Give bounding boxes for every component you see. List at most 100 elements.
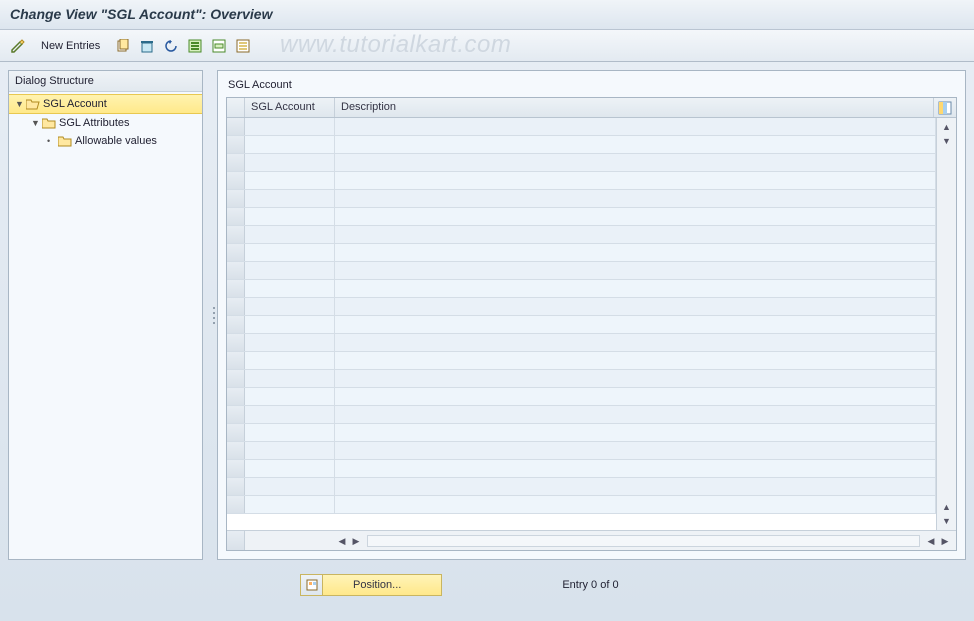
scroll-down-icon[interactable]: ▼	[937, 134, 956, 148]
row-selector[interactable]	[227, 190, 245, 207]
table-row[interactable]	[227, 352, 936, 370]
cell-description[interactable]	[335, 460, 936, 477]
cell-sgl-account[interactable]	[245, 172, 335, 189]
table-row[interactable]	[227, 208, 936, 226]
row-selector[interactable]	[227, 352, 245, 369]
cell-sgl-account[interactable]	[245, 424, 335, 441]
table-row[interactable]	[227, 154, 936, 172]
cell-sgl-account[interactable]	[245, 370, 335, 387]
cell-description[interactable]	[335, 334, 936, 351]
undo-icon[interactable]	[160, 35, 182, 57]
row-selector[interactable]	[227, 262, 245, 279]
new-entries-button[interactable]: New Entries	[33, 37, 108, 55]
cell-sgl-account[interactable]	[245, 442, 335, 459]
cell-sgl-account[interactable]	[245, 460, 335, 477]
scroll-right-icon[interactable]: ▶	[349, 534, 363, 548]
cell-sgl-account[interactable]	[245, 334, 335, 351]
table-row[interactable]	[227, 280, 936, 298]
cell-sgl-account[interactable]	[245, 262, 335, 279]
cell-sgl-account[interactable]	[245, 316, 335, 333]
cell-description[interactable]	[335, 298, 936, 315]
table-row[interactable]	[227, 424, 936, 442]
table-row[interactable]	[227, 406, 936, 424]
cell-description[interactable]	[335, 262, 936, 279]
change-icon[interactable]	[7, 35, 29, 57]
tree-node-allowable-values[interactable]: • Allowable values	[9, 132, 202, 150]
table-row[interactable]	[227, 316, 936, 334]
row-selector[interactable]	[227, 172, 245, 189]
row-selector[interactable]	[227, 334, 245, 351]
cell-sgl-account[interactable]	[245, 136, 335, 153]
delete-icon[interactable]	[136, 35, 158, 57]
cell-description[interactable]	[335, 406, 936, 423]
cell-description[interactable]	[335, 388, 936, 405]
row-selector[interactable]	[227, 442, 245, 459]
configure-columns-icon[interactable]	[934, 98, 956, 117]
table-row[interactable]	[227, 298, 936, 316]
cell-sgl-account[interactable]	[245, 478, 335, 495]
cell-description[interactable]	[335, 154, 936, 171]
vertical-scrollbar[interactable]: ▲ ▼ ▲ ▼	[936, 118, 956, 530]
row-selector[interactable]	[227, 370, 245, 387]
row-selector[interactable]	[227, 478, 245, 495]
cell-sgl-account[interactable]	[245, 118, 335, 135]
cell-sgl-account[interactable]	[245, 406, 335, 423]
cell-description[interactable]	[335, 424, 936, 441]
row-selector[interactable]	[227, 136, 245, 153]
cell-sgl-account[interactable]	[245, 496, 335, 513]
table-row[interactable]	[227, 496, 936, 514]
column-header-description[interactable]: Description	[335, 98, 934, 117]
row-selector-header[interactable]	[227, 98, 245, 117]
cell-description[interactable]	[335, 316, 936, 333]
cell-sgl-account[interactable]	[245, 280, 335, 297]
row-selector[interactable]	[227, 244, 245, 261]
scroll-right-icon[interactable]: ▶	[938, 534, 952, 548]
table-row[interactable]	[227, 136, 936, 154]
row-selector[interactable]	[227, 154, 245, 171]
deselect-all-icon[interactable]	[232, 35, 254, 57]
table-row[interactable]	[227, 172, 936, 190]
scroll-track[interactable]	[367, 535, 920, 547]
scroll-left-icon[interactable]: ◀	[335, 534, 349, 548]
cell-sgl-account[interactable]	[245, 298, 335, 315]
copy-icon[interactable]	[112, 35, 134, 57]
row-selector[interactable]	[227, 208, 245, 225]
tree-toggle-icon[interactable]: ▼	[15, 99, 25, 109]
scroll-up-icon[interactable]: ▲	[937, 500, 956, 514]
row-selector[interactable]	[227, 226, 245, 243]
position-button[interactable]: Position...	[300, 574, 442, 596]
scroll-left-icon[interactable]: ◀	[924, 534, 938, 548]
table-row[interactable]	[227, 190, 936, 208]
table-row[interactable]	[227, 388, 936, 406]
row-selector[interactable]	[227, 424, 245, 441]
cell-sgl-account[interactable]	[245, 352, 335, 369]
cell-description[interactable]	[335, 442, 936, 459]
cell-sgl-account[interactable]	[245, 226, 335, 243]
scroll-up-icon[interactable]: ▲	[937, 120, 956, 134]
scroll-down-icon[interactable]: ▼	[937, 514, 956, 528]
row-selector[interactable]	[227, 388, 245, 405]
table-row[interactable]	[227, 478, 936, 496]
table-row[interactable]	[227, 442, 936, 460]
row-selector[interactable]	[227, 460, 245, 477]
cell-description[interactable]	[335, 244, 936, 261]
table-row[interactable]	[227, 118, 936, 136]
cell-description[interactable]	[335, 352, 936, 369]
select-all-icon[interactable]	[184, 35, 206, 57]
row-selector[interactable]	[227, 496, 245, 513]
table-row[interactable]	[227, 226, 936, 244]
cell-description[interactable]	[335, 136, 936, 153]
table-row[interactable]	[227, 370, 936, 388]
row-selector[interactable]	[227, 406, 245, 423]
cell-description[interactable]	[335, 478, 936, 495]
cell-description[interactable]	[335, 118, 936, 135]
cell-description[interactable]	[335, 172, 936, 189]
row-selector[interactable]	[227, 280, 245, 297]
table-row[interactable]	[227, 244, 936, 262]
table-row[interactable]	[227, 460, 936, 478]
column-header-sgl-account[interactable]: SGL Account	[245, 98, 335, 117]
tree-node-sgl-attributes[interactable]: ▼ SGL Attributes	[9, 114, 202, 132]
cell-description[interactable]	[335, 208, 936, 225]
table-row[interactable]	[227, 334, 936, 352]
cell-description[interactable]	[335, 280, 936, 297]
